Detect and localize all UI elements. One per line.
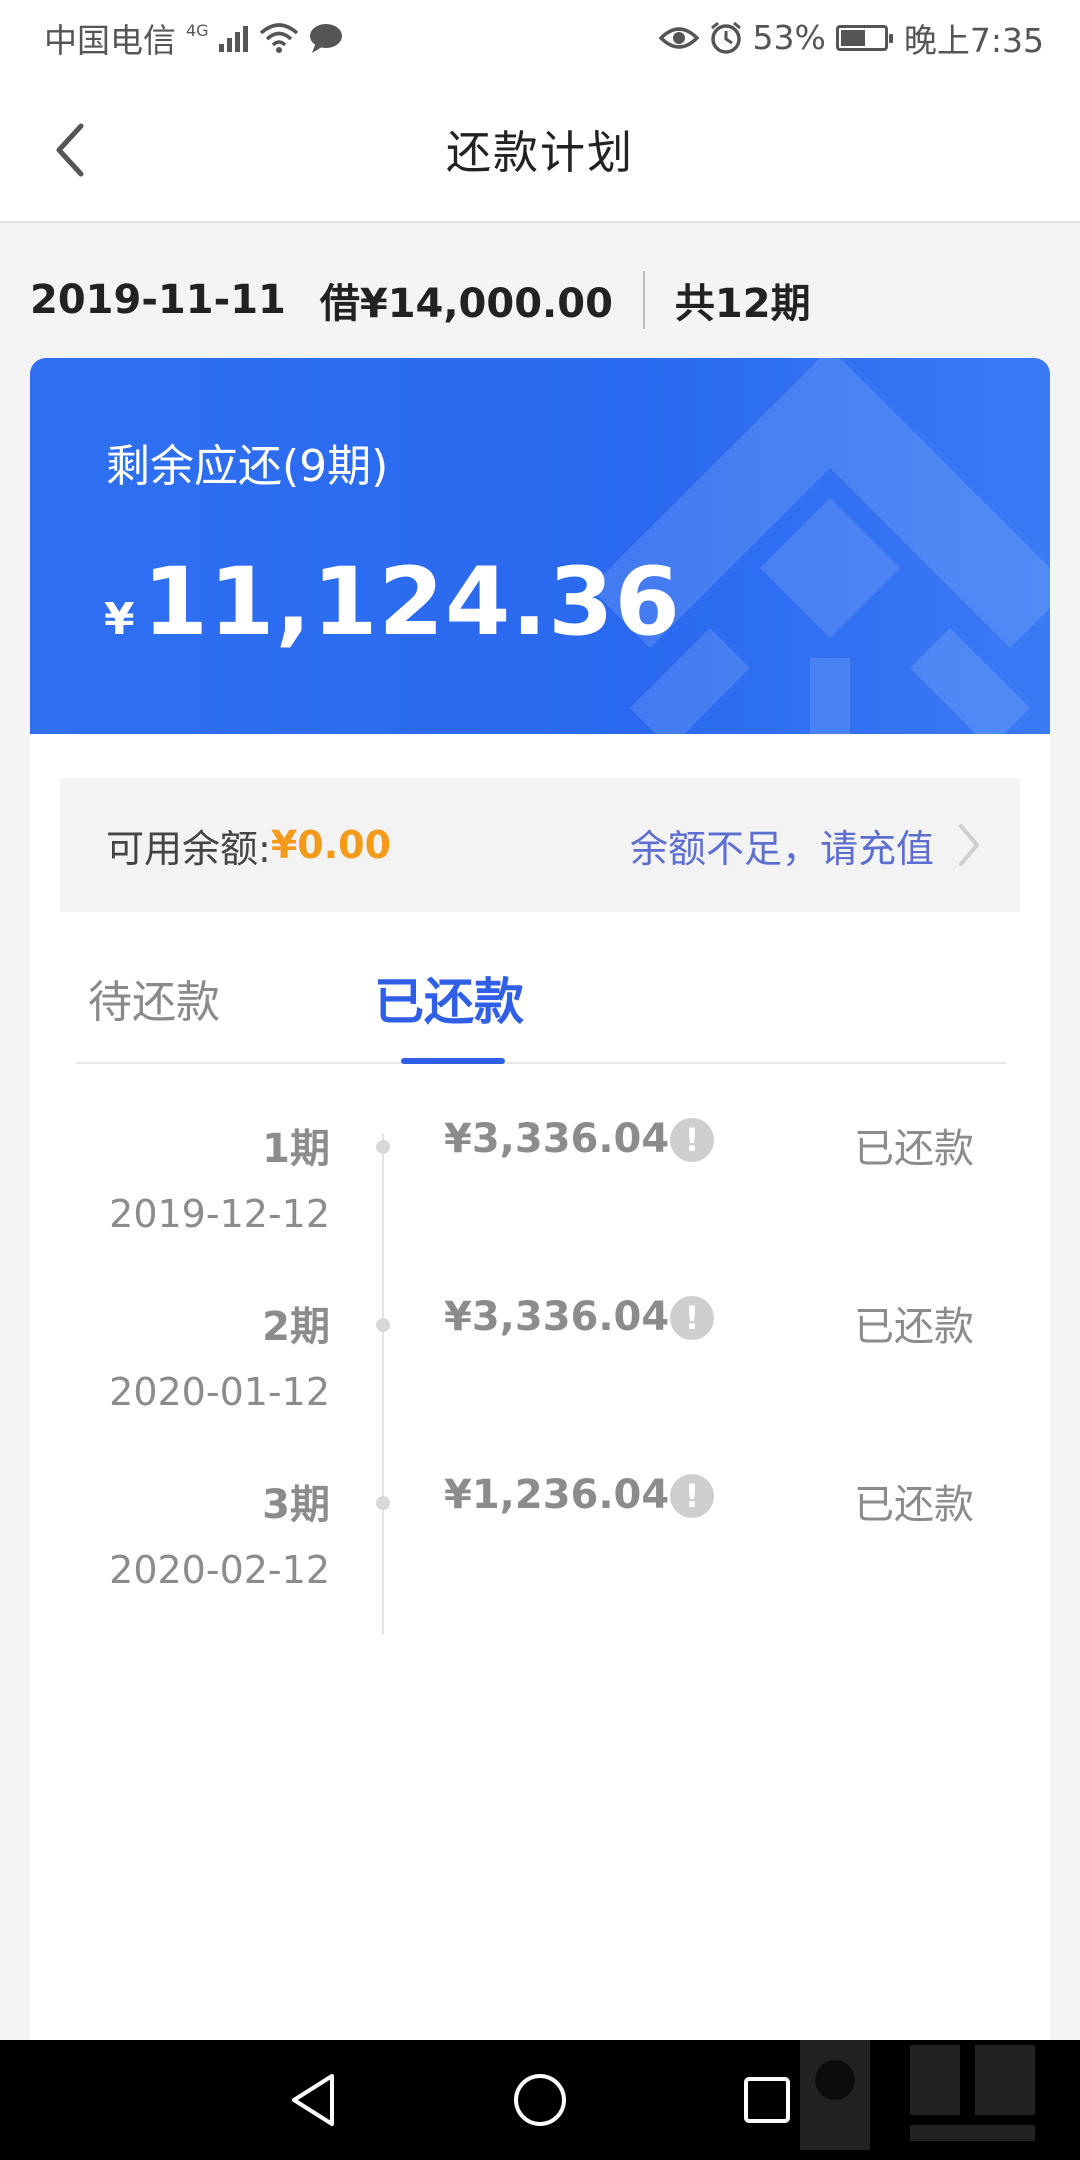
status-bar: 中国电信 4G 53% 晚上7:35 bbox=[0, 0, 1080, 75]
exclamation-icon[interactable]: ! bbox=[670, 1118, 714, 1162]
remaining-amount-row: ¥ 11,124.36 bbox=[104, 548, 681, 657]
period-amount: ¥3,336.04 bbox=[444, 1294, 670, 1340]
content-panel: 可用余额: ¥0.00 余额不足，请充值 待还款 已还款 1期 2019-12-… bbox=[30, 734, 1050, 2040]
period-item[interactable]: 3期 2020-02-12 ¥1,236.04 ! 已还款 bbox=[30, 1472, 1050, 1642]
period-label: 3期 bbox=[262, 1482, 330, 1528]
remaining-card: 剩余应还(9期) ¥ 11,124.36 bbox=[30, 358, 1050, 734]
recharge-link[interactable]: 余额不足，请充值 bbox=[630, 818, 980, 873]
remaining-label: 剩余应还(9期) bbox=[106, 441, 389, 492]
signal-icon bbox=[218, 24, 249, 52]
period-status: 已还款 bbox=[854, 1126, 974, 1172]
battery-percent: 53% bbox=[752, 18, 826, 57]
divider bbox=[642, 271, 645, 329]
card-decoration bbox=[590, 358, 1050, 734]
loan-summary: 2019-11-11 借¥14,000.00 共12期 bbox=[30, 268, 811, 332]
tab-pending[interactable]: 待还款 bbox=[88, 934, 220, 1062]
exclamation-icon[interactable]: ! bbox=[670, 1474, 714, 1518]
eye-icon bbox=[658, 24, 699, 52]
currency-symbol: ¥ bbox=[104, 594, 135, 645]
status-right: 53% 晚上7:35 bbox=[658, 14, 1044, 62]
chevron-right-icon bbox=[959, 824, 980, 866]
alarm-icon bbox=[709, 21, 743, 55]
period-status: 已还款 bbox=[854, 1304, 974, 1350]
clock: 晚上7:35 bbox=[903, 20, 1044, 60]
exclamation-icon[interactable]: ! bbox=[670, 1296, 714, 1340]
period-label: 2期 bbox=[262, 1304, 330, 1350]
battery-icon bbox=[835, 24, 893, 51]
watermark-logo bbox=[800, 2040, 1035, 2150]
period-date: 2019-12-12 bbox=[109, 1192, 330, 1236]
chevron-left-icon bbox=[56, 123, 84, 177]
message-icon bbox=[309, 23, 343, 53]
balance-box[interactable]: 可用余额: ¥0.00 余额不足，请充值 bbox=[60, 778, 1020, 912]
balance-value: ¥0.00 bbox=[270, 823, 392, 867]
nav-home-button[interactable] bbox=[495, 2055, 585, 2145]
tab-paid[interactable]: 已还款 bbox=[374, 934, 524, 1062]
remaining-amount: 11,124.36 bbox=[142, 548, 681, 657]
period-label: 1期 bbox=[262, 1126, 330, 1172]
period-date: 2020-02-12 bbox=[109, 1548, 330, 1592]
timeline-dot bbox=[376, 1496, 390, 1510]
balance-info: 可用余额: ¥0.00 bbox=[106, 818, 391, 873]
wifi-icon bbox=[259, 22, 299, 53]
period-item[interactable]: 2期 2020-01-12 ¥3,336.04 ! 已还款 bbox=[30, 1294, 1050, 1464]
app-header: 还款计划 bbox=[0, 75, 1080, 223]
page-title: 还款计划 bbox=[445, 125, 634, 179]
loan-periods: 共12期 bbox=[674, 281, 811, 327]
network-type: 4G bbox=[186, 21, 209, 40]
loan-date: 2019-11-11 bbox=[30, 277, 286, 323]
triangle-back-icon bbox=[292, 2074, 335, 2126]
timeline-dot bbox=[376, 1318, 390, 1332]
carrier-label: 中国电信 bbox=[44, 20, 176, 60]
recharge-text: 余额不足，请充值 bbox=[629, 826, 934, 871]
period-amount: ¥1,236.04 bbox=[444, 1472, 670, 1518]
circle-home-icon bbox=[513, 2074, 566, 2126]
balance-label: 可用余额: bbox=[106, 826, 271, 871]
loan-amount: 借¥14,000.00 bbox=[319, 281, 613, 327]
back-button[interactable] bbox=[40, 115, 100, 185]
active-tab-indicator bbox=[401, 1058, 505, 1064]
timeline-dot bbox=[376, 1140, 390, 1154]
period-amount: ¥3,336.04 bbox=[444, 1116, 670, 1162]
nav-back-button[interactable] bbox=[268, 2055, 358, 2145]
period-item[interactable]: 1期 2019-12-12 ¥3,336.04 ! 已还款 bbox=[30, 1116, 1050, 1286]
period-status: 已还款 bbox=[854, 1482, 974, 1528]
period-date: 2020-01-12 bbox=[109, 1370, 330, 1414]
status-left: 中国电信 4G bbox=[44, 14, 343, 62]
tab-bar: 待还款 已还款 bbox=[76, 934, 1006, 1064]
